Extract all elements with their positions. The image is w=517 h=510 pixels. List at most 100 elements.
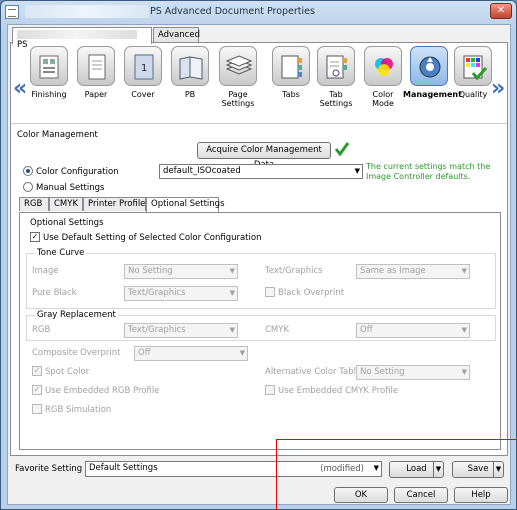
category-label: Cover [131, 90, 155, 99]
main-panel: « » Finishing Paper 1 Cover PB Page Sett… [10, 42, 508, 456]
category-label: Page Settings [221, 90, 255, 108]
chevron-down-icon: ▼ [461, 368, 467, 376]
category-finishing[interactable]: Finishing [27, 46, 71, 120]
manual-settings-label: Manual Settings [36, 183, 105, 193]
window-title: PS Advanced Document Properties [150, 6, 315, 17]
title-bar: PS Advanced Document Properties ✕ [1, 1, 516, 23]
category-label: Color Mode [372, 90, 394, 108]
rgb-simulation-label: RGB Simulation [45, 405, 112, 415]
use-default-label: Use Default Setting of Selected Color Co… [43, 233, 262, 243]
category-label: Management [403, 90, 462, 99]
embedded-rgb-label: Use Embedded RGB Profile [45, 386, 160, 396]
color-configuration-select[interactable]: default_ISOcoated ▼ [159, 164, 363, 179]
alt-color-table-label: Alternative Color Table [265, 367, 362, 377]
composite-overprint-select[interactable]: Off ▼ [134, 346, 248, 361]
category-pb[interactable]: PB [168, 46, 212, 120]
chevron-down-icon: ▼ [461, 326, 467, 334]
tone-curve-title: Tone Curve [35, 248, 87, 258]
tab-optional-settings[interactable]: Optional Settings [146, 197, 225, 212]
category-label: Tabs [282, 90, 300, 99]
pure-black-select[interactable]: Text/Graphics ▼ [124, 286, 238, 301]
tab-redacted-area [17, 30, 137, 39]
separator [11, 123, 507, 124]
spot-color-label: Spot Color [45, 367, 90, 377]
annotation-highlight [276, 439, 516, 510]
chevron-down-icon: ▼ [229, 326, 235, 334]
embedded-cmyk-label: Use Embedded CMYK Profile [278, 386, 399, 396]
chevron-down-icon: ▼ [461, 267, 467, 275]
rgb-simulation-checkbox[interactable] [32, 404, 42, 414]
text-graphics-label: Text/Graphics [265, 266, 323, 276]
category-page-settings[interactable]: Page Settings [216, 46, 260, 120]
category-cover[interactable]: 1 Cover [121, 46, 165, 120]
favorite-setting-label: Favorite Setting [15, 464, 83, 474]
chevron-down-icon: ▼ [354, 167, 360, 175]
page-settings-icon [226, 55, 252, 75]
gray-replacement-title: Gray Replacement [35, 310, 118, 320]
manual-settings-radio[interactable] [23, 182, 33, 192]
scroll-left-icon[interactable]: « [13, 78, 27, 100]
gray-cmyk-label: CMYK [265, 325, 290, 335]
category-icon-bar: « » Finishing Paper 1 Cover PB Page Sett… [11, 43, 507, 123]
tabs-icon [281, 55, 302, 79]
composite-overprint-label: Composite Overprint [32, 348, 121, 358]
optional-settings-panel: Optional Settings ✓ Use Default Setting … [19, 212, 501, 450]
chevron-down-icon: ▼ [229, 289, 235, 297]
black-overprint-label: Black Overprint [278, 288, 345, 298]
chevron-down-icon: ▼ [239, 349, 245, 357]
category-quality[interactable]: Quality [451, 46, 495, 120]
check-icon [334, 142, 350, 156]
category-tabs[interactable]: Tabs [269, 46, 313, 120]
category-tab-settings[interactable]: Tab Settings [314, 46, 358, 120]
title-redacted-area [25, 5, 149, 18]
embedded-cmyk-checkbox[interactable] [265, 385, 275, 395]
status-note: The current settings match the Image Cont… [366, 162, 491, 181]
color-configuration-radio[interactable] [23, 166, 33, 176]
alt-color-table-select[interactable]: No Setting ▼ [356, 365, 470, 380]
image-label: Image [32, 266, 59, 276]
chevron-down-icon: ▼ [229, 267, 235, 275]
gray-cmyk-select[interactable]: Off ▼ [356, 323, 470, 338]
dialog-window: PS Advanced Document Properties ✕ PS Adv… [0, 0, 517, 510]
category-label: Quality [458, 90, 488, 99]
color-mode-icon [375, 58, 393, 76]
tab-printer-profile[interactable]: Printer Profile [83, 197, 146, 211]
optional-settings-title: Optional Settings [30, 218, 104, 228]
paper-icon [88, 54, 106, 80]
finishing-icon [39, 55, 59, 79]
svg-text:1: 1 [141, 63, 147, 74]
tab-ps[interactable]: PS [12, 27, 152, 50]
use-default-checkbox[interactable]: ✓ [30, 232, 40, 242]
spot-color-checkbox[interactable]: ✓ [32, 366, 42, 376]
pure-black-label: Pure Black [32, 288, 77, 298]
acquire-color-management-button[interactable]: Acquire Color Management Data [197, 142, 331, 170]
color-management-icon [419, 56, 441, 78]
image-select[interactable]: No Setting ▼ [124, 264, 238, 279]
color-configuration-label: Color Configuration [36, 167, 119, 177]
tab-advanced[interactable]: Advanced [153, 27, 200, 43]
embedded-rgb-checkbox[interactable]: ✓ [32, 385, 42, 395]
tab-rgb[interactable]: RGB [19, 197, 49, 211]
quality-icon [463, 55, 487, 81]
printer-icon [5, 5, 19, 19]
category-label: Finishing [31, 90, 67, 99]
category-paper[interactable]: Paper [74, 46, 118, 120]
category-color-mode[interactable]: Color Mode [361, 46, 405, 120]
section-title-color-management: Color Management [17, 130, 98, 140]
close-button[interactable]: ✕ [490, 3, 512, 19]
tab-settings-icon [326, 55, 347, 79]
client-area: PS Advanced « » Finishing Paper 1 Cover [7, 24, 511, 505]
cover-icon: 1 [134, 54, 154, 80]
sub-tabs: RGB CMYK Printer Profile Optional Settin… [19, 197, 501, 213]
category-label: PB [184, 90, 196, 99]
text-graphics-select[interactable]: Same as Image ▼ [356, 264, 470, 279]
tone-curve-group [26, 253, 496, 309]
category-management[interactable]: Management [403, 46, 462, 120]
category-label: Tab Settings [319, 90, 353, 108]
tab-cmyk[interactable]: CMYK [49, 197, 83, 211]
gray-rgb-label: RGB [32, 325, 51, 335]
perfect-binding-icon [179, 56, 203, 80]
black-overprint-checkbox[interactable] [265, 287, 275, 297]
category-label: Paper [84, 90, 108, 99]
gray-rgb-select[interactable]: Text/Graphics ▼ [124, 323, 238, 338]
